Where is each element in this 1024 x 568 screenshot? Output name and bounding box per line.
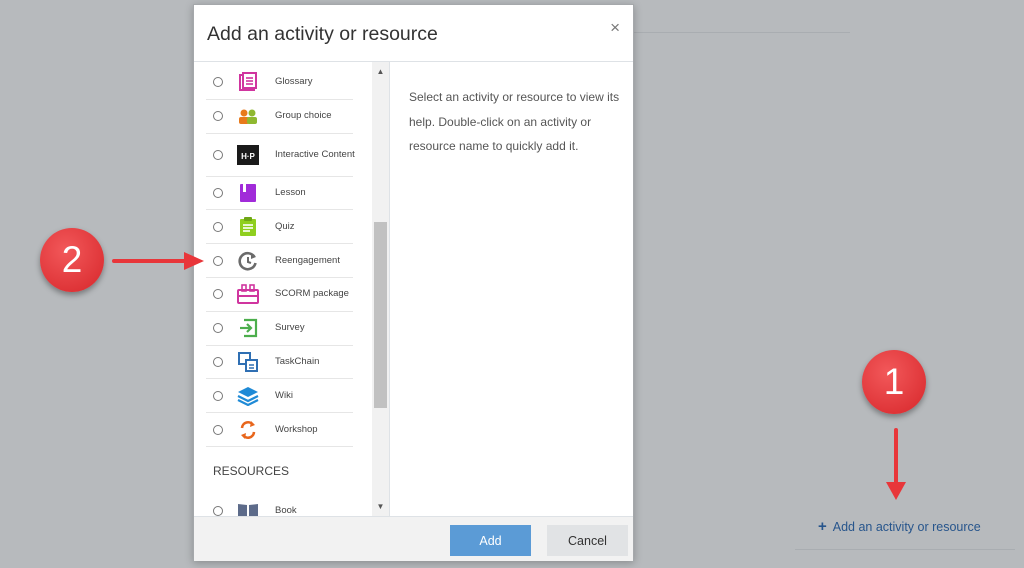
option-group-choice[interactable]: Group choice bbox=[206, 100, 353, 134]
option-label: Survey bbox=[275, 322, 305, 334]
option-survey[interactable]: Survey bbox=[206, 312, 353, 346]
workshop-icon bbox=[237, 419, 259, 441]
option-glossary[interactable]: Glossary bbox=[206, 66, 353, 100]
step-2-badge: 2 bbox=[40, 228, 104, 292]
right-arrow-icon bbox=[112, 252, 204, 270]
scroll-up-icon[interactable]: ▲ bbox=[372, 65, 389, 79]
option-lesson[interactable]: Lesson bbox=[206, 177, 353, 211]
option-label: Book bbox=[275, 504, 297, 516]
radio-button[interactable] bbox=[213, 255, 223, 266]
option-label: Wiki bbox=[275, 389, 293, 401]
option-label: Interactive Content bbox=[275, 148, 355, 160]
dialog-footer: Add Cancel bbox=[194, 516, 633, 561]
radio-button[interactable] bbox=[213, 424, 223, 435]
glossary-icon bbox=[237, 71, 259, 93]
help-text: Select an activity or resource to view i… bbox=[409, 90, 620, 153]
option-taskchain[interactable]: TaskChain bbox=[206, 346, 353, 380]
scorm-icon bbox=[237, 283, 259, 305]
help-pane: Select an activity or resource to view i… bbox=[391, 62, 635, 516]
add-button[interactable]: Add bbox=[450, 525, 531, 556]
wiki-icon bbox=[237, 385, 259, 407]
radio-button[interactable] bbox=[213, 289, 223, 300]
survey-icon bbox=[237, 317, 259, 339]
scroll-thumb[interactable] bbox=[374, 222, 387, 408]
group-choice-icon bbox=[237, 105, 259, 127]
dialog-title: Add an activity or resource bbox=[207, 23, 438, 45]
option-label: Group choice bbox=[275, 110, 332, 122]
option-workshop[interactable]: Workshop bbox=[206, 413, 353, 447]
module-list-scrollbar[interactable]: ▲ ▼ bbox=[372, 62, 389, 516]
add-activity-link-label: Add an activity or resource bbox=[832, 519, 981, 534]
radio-button[interactable] bbox=[213, 390, 223, 401]
radio-button[interactable] bbox=[213, 356, 223, 367]
dialog-body: Glossary Group choice H·P Interactive Co… bbox=[194, 62, 633, 516]
radio-button[interactable] bbox=[213, 149, 223, 160]
step-1-badge: 1 bbox=[862, 350, 926, 414]
option-label: TaskChain bbox=[275, 355, 320, 367]
scroll-down-icon[interactable]: ▼ bbox=[372, 500, 389, 514]
option-reengagement[interactable]: Reengagement bbox=[206, 244, 353, 278]
radio-button[interactable] bbox=[213, 505, 223, 516]
reengagement-icon bbox=[237, 250, 259, 272]
background-divider bbox=[795, 549, 1015, 550]
option-label: Quiz bbox=[275, 220, 295, 232]
option-label: Glossary bbox=[275, 76, 313, 88]
option-scorm-package[interactable]: SCORM package bbox=[206, 278, 353, 312]
resources-heading: RESOURCES bbox=[213, 463, 290, 478]
taskchain-icon bbox=[237, 351, 259, 373]
close-icon[interactable]: × bbox=[610, 19, 620, 36]
svg-text:H·P: H·P bbox=[241, 152, 255, 161]
h5p-icon: H·P bbox=[237, 144, 259, 166]
down-arrow-icon bbox=[886, 428, 906, 500]
option-interactive-content[interactable]: H·P Interactive Content bbox=[206, 134, 355, 177]
cancel-button[interactable]: Cancel bbox=[547, 525, 628, 556]
radio-button[interactable] bbox=[213, 111, 223, 122]
module-list: Glossary Group choice H·P Interactive Co… bbox=[194, 62, 390, 516]
add-activity-link[interactable]: + Add an activity or resource bbox=[818, 519, 981, 534]
option-label: SCORM package bbox=[275, 288, 349, 300]
option-wiki[interactable]: Wiki bbox=[206, 379, 353, 414]
module-list-content: Glossary Group choice H·P Interactive Co… bbox=[194, 66, 372, 516]
option-label: Reengagement bbox=[275, 254, 340, 266]
radio-button[interactable] bbox=[213, 187, 223, 198]
background-divider bbox=[634, 32, 850, 33]
option-book[interactable]: Book bbox=[206, 494, 353, 516]
radio-button[interactable] bbox=[213, 77, 223, 88]
option-quiz[interactable]: Quiz bbox=[206, 210, 353, 245]
option-label: Lesson bbox=[275, 186, 306, 198]
book-icon bbox=[237, 500, 259, 516]
plus-icon: + bbox=[818, 518, 827, 535]
dialog-header: Add an activity or resource × bbox=[194, 5, 633, 62]
quiz-icon bbox=[237, 216, 259, 238]
option-label: Workshop bbox=[275, 423, 318, 435]
lesson-icon bbox=[237, 182, 259, 204]
radio-button[interactable] bbox=[213, 323, 223, 334]
add-activity-dialog: Add an activity or resource × Glossary G… bbox=[193, 4, 634, 561]
radio-button[interactable] bbox=[213, 221, 223, 232]
